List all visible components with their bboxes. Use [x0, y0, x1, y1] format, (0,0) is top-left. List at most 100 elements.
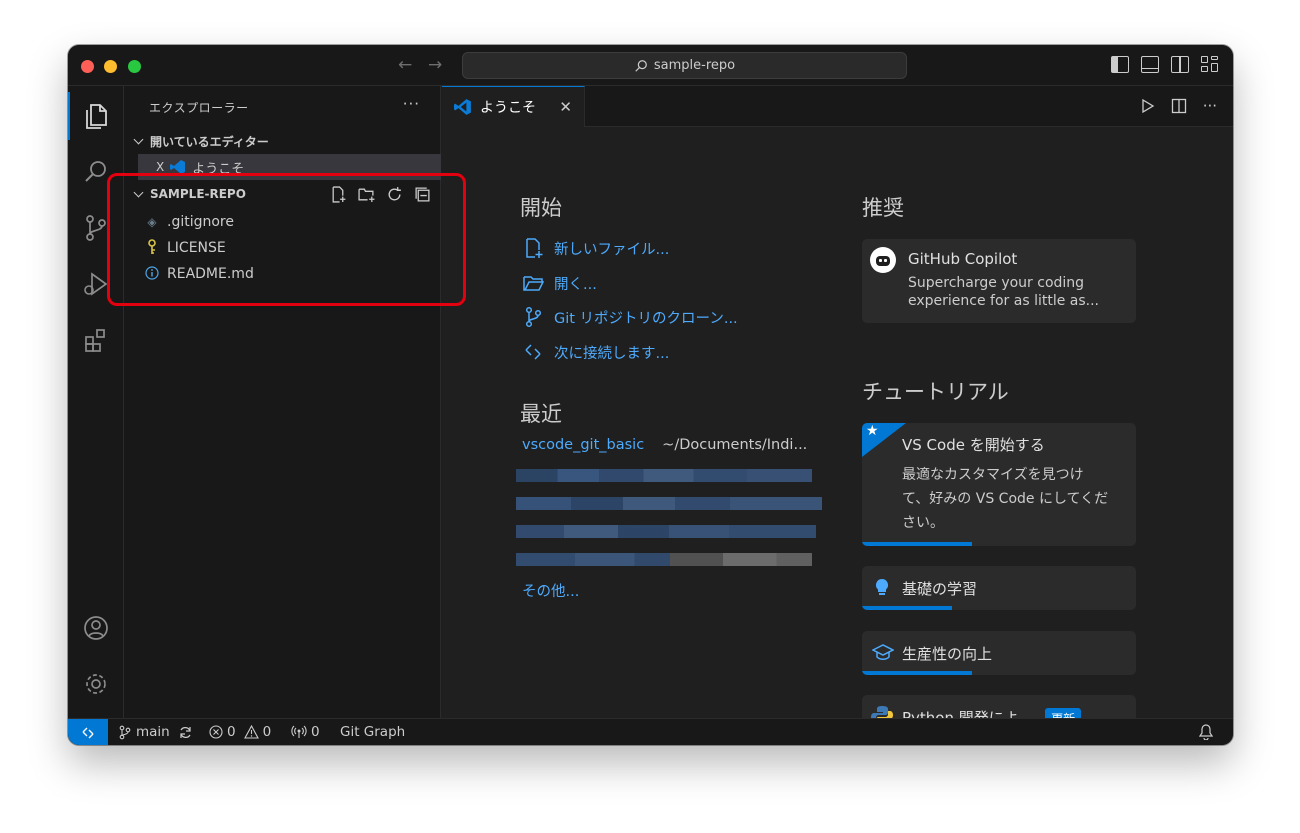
tutorial-productivity-card[interactable]: 生産性の向上 — [862, 631, 1136, 675]
tutorial-vscode-card[interactable]: ★ VS Code を開始する 最適なカスタマイズを見つけ て、好みの VS C… — [862, 423, 1136, 546]
collapse-all-icon[interactable] — [414, 186, 431, 203]
chevron-down-icon — [134, 136, 144, 146]
start-heading: 開始 — [520, 196, 562, 220]
run-debug-icon — [84, 272, 108, 296]
file-item-license[interactable]: LICENSE — [124, 235, 441, 261]
more-recent-link[interactable]: その他... — [522, 580, 579, 601]
error-count: 0 — [227, 724, 236, 740]
toggle-primary-sidebar-icon[interactable] — [1111, 56, 1129, 73]
extensions-icon — [85, 329, 105, 352]
run-icon[interactable] — [1141, 98, 1155, 114]
remote-indicator[interactable] — [68, 719, 108, 745]
recent-item[interactable]: vscode_git_basic ~/Documents/Indi... — [522, 437, 807, 453]
tab-welcome[interactable]: ようこそ ✕ — [442, 86, 585, 127]
close-editor-icon[interactable]: X — [156, 160, 164, 174]
explorer-activity[interactable] — [68, 92, 124, 140]
open-editor-item[interactable]: X ようこそ — [138, 154, 441, 180]
customize-layout-icon[interactable] — [1201, 56, 1219, 73]
notifications-bell[interactable] — [1198, 724, 1214, 744]
recent-item-path: ~/Documents/Indi... — [662, 437, 808, 453]
account-icon — [84, 616, 108, 640]
copilot-desc-line2: experience for as little as... — [908, 293, 1100, 309]
branch-status[interactable]: main — [118, 724, 193, 740]
search-text: sample-repo — [653, 58, 736, 73]
blurred-recent-item — [516, 497, 822, 510]
search-activity[interactable] — [68, 148, 124, 196]
info-icon — [144, 265, 160, 283]
problems-status[interactable]: 0 0 — [209, 724, 271, 740]
toggle-panel-icon[interactable] — [1141, 56, 1159, 73]
copilot-card[interactable]: GitHub Copilot Supercharge your coding e… — [862, 239, 1136, 323]
editor-actions: ··· — [1141, 97, 1217, 115]
file-name: LICENSE — [167, 240, 226, 256]
blurred-recent-item — [516, 553, 812, 566]
git-graph-status[interactable]: Git Graph — [340, 724, 405, 740]
title-bar: ← → sample-repo — [68, 45, 1233, 86]
git-clone-link[interactable]: Git リポジトリのクローン... — [522, 306, 738, 328]
lightbulb-icon — [875, 578, 889, 595]
tutorial-fundamentals-card[interactable]: 基礎の学習 — [862, 566, 1136, 610]
editor-area: ようこそ ✕ ··· 開始 新しいファイル... 開く... Git リポジトリ… — [442, 86, 1233, 739]
tutorials-heading: チュートリアル — [862, 380, 1009, 404]
tutorial-vscode-desc-line3: さい。 — [902, 515, 944, 531]
command-center-search[interactable]: sample-repo — [462, 52, 907, 79]
tutorial-fundamentals-progress — [862, 606, 953, 610]
minimize-window-button[interactable] — [104, 60, 117, 73]
source-control-icon — [86, 215, 106, 241]
gear-icon — [86, 674, 106, 694]
chevron-down-icon — [134, 189, 144, 199]
open-link[interactable]: 開く... — [522, 272, 597, 294]
toggle-secondary-sidebar-icon[interactable] — [1171, 56, 1189, 73]
close-window-button[interactable] — [81, 60, 94, 73]
folder-open-icon — [523, 276, 544, 291]
new-folder-icon[interactable] — [358, 186, 375, 203]
zoom-window-button[interactable] — [128, 60, 141, 73]
copilot-desc-line1: Supercharge your coding — [908, 275, 1085, 291]
warning-count: 0 — [262, 724, 272, 740]
more-actions-icon[interactable]: ··· — [403, 95, 420, 113]
remote-icon — [525, 344, 541, 360]
open-editors-header[interactable]: 開いているエディター — [124, 130, 441, 152]
connect-to-link[interactable]: 次に接続します... — [522, 341, 669, 363]
activity-bar — [68, 86, 124, 718]
tutorial-productivity-title: 生産性の向上 — [902, 645, 993, 663]
close-tab-icon[interactable]: ✕ — [559, 98, 572, 116]
file-item-readme[interactable]: README.md — [124, 261, 441, 287]
star-icon: ★ — [866, 423, 879, 439]
refresh-icon[interactable] — [386, 186, 403, 203]
tutorial-vscode-progress — [862, 542, 972, 546]
folder-header[interactable]: SAMPLE-REPO — [124, 183, 441, 205]
sidebar-title: エクスプローラー — [149, 101, 249, 115]
manage-activity[interactable] — [68, 660, 124, 708]
file-item-gitignore[interactable]: ◈ .gitignore — [124, 209, 441, 235]
more-actions-icon[interactable]: ··· — [1203, 97, 1217, 115]
file-name: .gitignore — [167, 214, 234, 230]
mortarboard-icon — [872, 644, 894, 660]
status-bar: main 0 0 0 Git Graph — [68, 718, 1233, 745]
branch-icon — [119, 725, 131, 739]
key-icon — [144, 238, 160, 258]
sync-icon[interactable] — [178, 725, 193, 740]
vscode-icon — [454, 99, 471, 115]
search-icon — [85, 161, 106, 182]
recommended-heading: 推奨 — [862, 196, 904, 220]
warning-icon — [243, 725, 259, 739]
folder-actions — [330, 185, 431, 203]
split-editor-icon[interactable] — [1171, 98, 1187, 114]
source-control-activity[interactable] — [68, 204, 124, 252]
run-debug-activity[interactable] — [68, 260, 124, 308]
extensions-activity[interactable] — [68, 316, 124, 364]
ports-status[interactable]: 0 — [291, 724, 320, 740]
new-file-link[interactable]: 新しいファイル... — [522, 237, 669, 259]
accounts-activity[interactable] — [68, 604, 124, 652]
diamond-icon: ◈ — [147, 215, 157, 229]
new-file-label: 新しいファイル... — [554, 241, 670, 258]
layout-controls — [1111, 56, 1219, 73]
new-file-icon[interactable] — [330, 185, 347, 203]
forward-arrow-icon[interactable]: → — [428, 55, 442, 75]
open-label: 開く... — [554, 276, 597, 293]
vscode-window: ← → sample-repo エクスプローラー ··· 開いているエディター … — [68, 45, 1233, 745]
open-editor-label: ようこそ — [192, 161, 245, 177]
back-arrow-icon[interactable]: ← — [398, 55, 412, 75]
new-file-icon — [526, 238, 543, 258]
